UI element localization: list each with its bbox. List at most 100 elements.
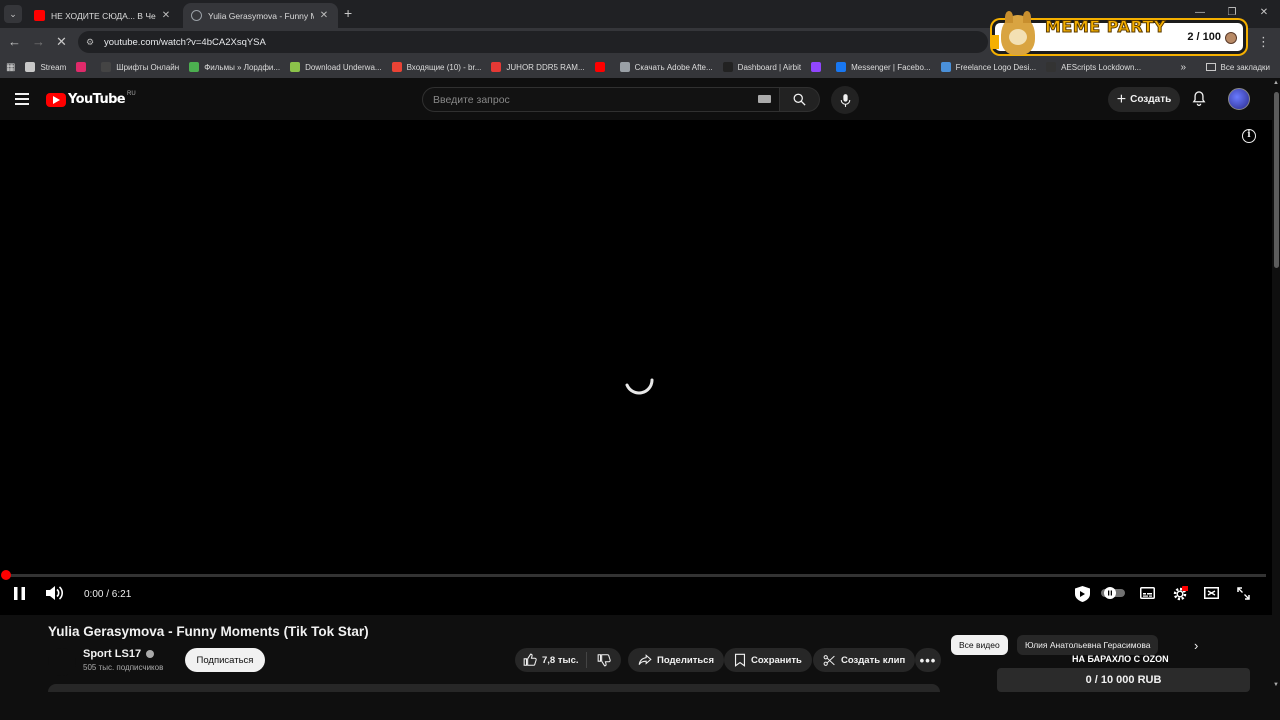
bookmark-item[interactable]: JUHOR DDR5 RAM... [491,62,585,72]
tab-search-button[interactable]: ⌄ [4,5,22,23]
bookmark-favicon-icon [76,62,87,72]
scroll-up-icon[interactable]: ▲ [1273,80,1279,86]
channel-name-link[interactable]: Sport LS17 [83,648,155,660]
address-bar[interactable]: ⚙ youtube.com/watch?v=4bCA2XsqYSA [78,31,988,53]
bookmark-favicon-icon [491,62,502,72]
bookmark-label: JUHOR DDR5 RAM... [506,62,585,72]
voice-search-button[interactable] [831,86,859,114]
browser-tab-active[interactable]: Yulia Gerasymova - Funny Moments ✕ [183,3,338,28]
scissors-icon [823,654,835,666]
save-label: Сохранить [751,654,802,666]
bookmarks-bar: ▦ Stream Шрифты Онлайн Фильмы » Лордфи... D… [0,56,1280,78]
apps-icon[interactable]: ▦ [6,62,15,73]
shield-icon [1074,586,1090,602]
bookmark-item[interactable]: Download Underwa... [290,62,382,72]
scrollbar-thumb[interactable] [1274,92,1279,268]
bookmark-item[interactable]: AEScripts Lockdown... [1046,62,1141,72]
search-input[interactable]: Введите запрос [422,87,780,112]
autoplay-toggle[interactable] [1101,586,1125,600]
channel-avatar[interactable] [48,648,76,676]
bookmark-item[interactable]: Фильмы » Лордфи... [189,62,280,72]
chip-related[interactable]: Юлия Анатольевна Герасимова [1017,635,1159,655]
forward-icon[interactable]: → [32,34,45,49]
meme-party-widget: MEME PARTY 2 / 100 [992,11,1246,55]
youtube-logo[interactable]: YouTube RU [46,90,136,107]
bookmark-item[interactable]: Скачать Adobe Afte... [619,62,713,72]
bookmark-item[interactable] [76,62,91,72]
keyboard-icon[interactable] [758,95,771,103]
page-scrollbar[interactable]: ▲ ▼ [1272,78,1280,690]
donation-progress-bar: 0 / 10 000 RUB [997,668,1250,692]
bookmark-item[interactable]: Messenger | Facebo... [836,62,931,72]
bookmark-item[interactable]: Шрифты Онлайн [101,62,179,72]
gear-icon [1173,586,1188,601]
create-clip-button[interactable]: Создать клип [813,648,916,672]
bookmark-item[interactable]: Stream [25,62,66,72]
share-icon [638,654,652,665]
bookmark-favicon-icon [101,62,112,72]
back-icon[interactable]: ← [8,34,21,49]
tab-title: Yulia Gerasymova - Funny Moments [208,10,314,21]
thumbs-down-icon [597,654,611,667]
volume-icon [45,586,63,600]
info-icon[interactable]: i [1242,129,1256,143]
notifications-bell-icon[interactable] [1191,90,1207,107]
dislike-button[interactable] [587,653,621,667]
progress-bar[interactable] [1,570,1266,580]
browser-menu-icon[interactable]: ⋮ [1257,34,1270,50]
save-button[interactable]: Сохранить [724,648,812,672]
tab-close-icon[interactable]: ✕ [160,10,172,21]
create-button[interactable]: + Создать [1108,87,1180,112]
scrubber-handle[interactable] [1,570,11,580]
miniplayer-button[interactable] [1203,586,1219,600]
bookmark-favicon-icon [290,62,301,72]
bookmark-favicon-icon [811,62,822,72]
fullscreen-button[interactable] [1236,586,1250,600]
site-info-icon[interactable]: ⚙ [86,37,98,48]
ad-shield-button[interactable] [1073,586,1091,602]
more-bookmarks-icon[interactable]: » [1180,62,1186,73]
video-player[interactable]: i 0:00 / 6:21 [0,120,1272,615]
loading-favicon-icon [191,10,202,21]
youtube-wordmark: YouTube [68,92,126,107]
create-label: Создать [1130,94,1172,105]
mute-button[interactable] [45,586,63,600]
subtitles-icon [1139,587,1155,599]
share-button[interactable]: Поделиться [628,648,725,672]
bookmark-item[interactable]: Dashboard | Airbit [722,62,802,72]
stop-loading-icon[interactable]: ✕ [56,34,67,50]
description-box[interactable] [48,684,940,692]
account-avatar[interactable] [1228,88,1250,110]
bookmark-favicon-icon [391,62,402,72]
like-count: 7,8 тыс. [542,654,579,666]
pause-button[interactable] [12,586,26,600]
close-window-icon[interactable]: ✕ [1248,0,1280,28]
bookmark-label: Freelance Logo Desi... [955,62,1037,72]
bookmark-item[interactable]: Входящие (10) - br... [391,62,481,72]
search-button[interactable] [780,87,820,112]
tab-close-icon[interactable]: ✕ [318,10,330,21]
microphone-icon [840,93,850,107]
guide-menu-icon[interactable] [15,93,29,108]
chip-all-videos[interactable]: Все видео [951,635,1008,655]
all-bookmarks-folder[interactable]: Все закладки [1205,63,1270,72]
bookmark-item[interactable] [594,62,610,72]
bookmark-item[interactable]: Freelance Logo Desi... [940,62,1037,72]
browser-tab[interactable]: НЕ ХОДИТЕ СЮДА... В Чернобыль ✕ [26,3,180,28]
subscribe-button[interactable]: Подписаться [185,648,265,672]
like-button[interactable]: 7,8 тыс. [515,652,587,668]
country-code: RU [127,90,136,97]
settings-button[interactable] [1171,586,1189,602]
thumbs-up-icon [523,653,537,666]
more-actions-button[interactable]: ••• [915,648,941,672]
bookmark-favicon-icon [940,62,951,72]
bookmark-label: Dashboard | Airbit [737,62,802,72]
bookmark-label: Шрифты Онлайн [116,62,180,72]
chevron-right-icon[interactable]: › [1194,638,1198,653]
subtitles-button[interactable] [1139,586,1155,600]
bookmark-favicon-icon [1046,62,1057,72]
scroll-down-icon[interactable]: ▼ [1273,682,1279,688]
bookmark-item[interactable] [811,62,826,72]
bookmark-label: AEScripts Lockdown... [1061,62,1142,72]
new-tab-icon[interactable]: + [344,5,352,21]
